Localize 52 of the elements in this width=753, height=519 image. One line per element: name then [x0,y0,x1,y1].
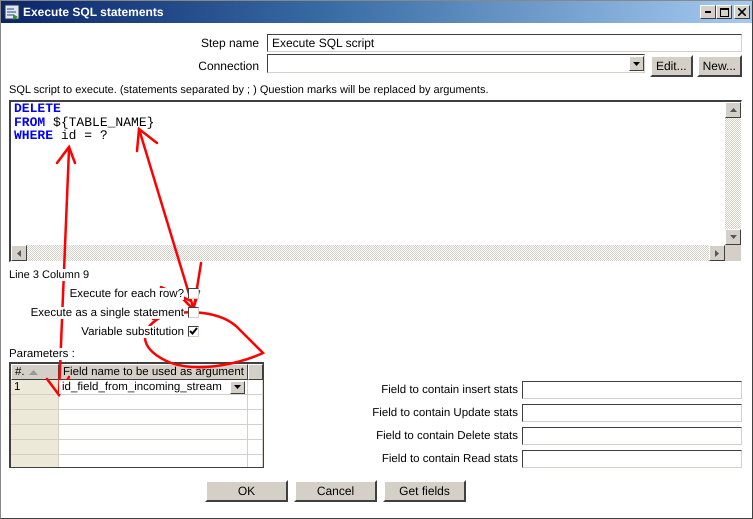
scrollbar-corner [725,245,741,261]
field-label: Field to contain insert stats [380,384,519,396]
stats-field[interactable] [522,404,742,422]
stats-field[interactable] [522,381,742,399]
checkbox-label: Variable substitution [81,326,184,338]
close-icon [738,8,746,16]
cursor-position-text: Line 3 Column 9 [9,269,90,281]
dialog-button[interactable]: Edit... [650,54,693,76]
code-line: WHERE id = ? [14,129,108,142]
section-label: Parameters : [9,348,75,360]
dropdown-arrow-icon [234,385,241,389]
field-label: Connection [197,58,260,72]
window-title: Execute SQL statements [23,5,165,19]
code-line: DELETE [14,102,62,116]
connection-dropdown[interactable] [267,54,645,73]
stats-field[interactable] [522,427,742,445]
dialog-button[interactable]: New... [696,54,742,76]
step-name-field[interactable]: Execute SQL script [267,34,742,52]
instruction-text: SQL script to execute. (statements separated by ; ) Question marks will be replaced by arguments. [9,84,490,96]
row-number: 1 [11,380,59,394]
field-label: Field to contain Delete stats [375,430,519,442]
dropdown-arrow-icon [632,62,640,66]
checkbox-label: Execute as a single statement [30,306,184,318]
checkbox[interactable] [188,307,199,318]
field-label: Step name [200,36,260,50]
maximize-button[interactable] [716,5,732,19]
sql-editor[interactable]: DELETE FROM ${TABLE_NAME} WHERE id = ? [9,100,742,262]
minimize-icon [705,11,711,13]
horizontal-scrollbar[interactable] [11,245,741,261]
dialog-button[interactable]: Cancel [294,480,377,502]
scroll-down-icon [730,235,736,239]
scroll-up-icon [730,108,736,112]
minimize-button[interactable] [700,5,716,19]
vertical-scrollbar[interactable] [725,102,741,245]
field-label: Field to contain Update stats [371,407,519,419]
field-dropdown[interactable]: id_field_from_incoming_stream [59,380,248,394]
close-button[interactable] [734,5,750,19]
dialog-button[interactable]: Get fields [383,480,466,502]
field-label: Field to contain Read stats [380,453,519,465]
code-line: FROM ${TABLE_NAME} [14,116,156,129]
stats-field[interactable] [522,450,742,468]
scroll-left-icon [17,250,21,256]
sort-icon [28,370,38,374]
checkbox-label: Execute for each row? [70,288,184,300]
maximize-icon [720,8,728,16]
column-header[interactable]: #. [11,364,59,380]
column-header[interactable]: Field name to be used as argument [59,364,248,380]
checkbox[interactable] [188,288,199,299]
dialog-button[interactable]: OK [205,480,288,502]
checkbox[interactable] [188,326,199,337]
app-icon [4,4,20,20]
scroll-right-icon [715,250,719,256]
